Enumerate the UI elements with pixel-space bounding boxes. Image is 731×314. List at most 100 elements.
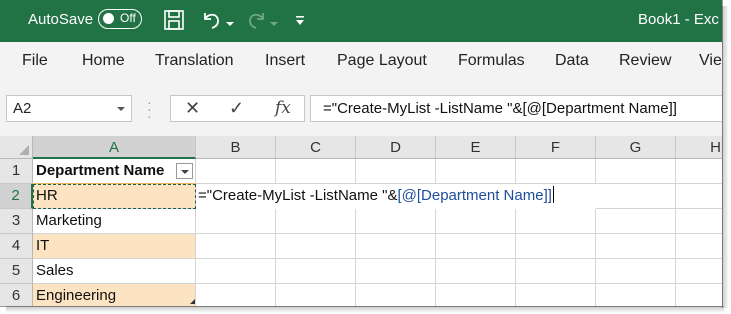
window-shadow-bottom (6, 306, 724, 313)
cell[interactable] (196, 234, 276, 259)
ribbon-tabs: File Home Translation Insert Page Layout… (0, 42, 722, 82)
column-header-f[interactable]: F (516, 136, 596, 159)
cell[interactable] (516, 259, 596, 284)
cell[interactable] (356, 209, 436, 234)
cell[interactable] (596, 284, 676, 306)
cell[interactable] (676, 209, 722, 234)
cell[interactable] (356, 159, 436, 184)
table-row[interactable]: Marketing (33, 209, 196, 234)
row-header-5[interactable]: 5 (0, 259, 33, 284)
cell[interactable] (516, 284, 596, 306)
cell[interactable] (196, 159, 276, 184)
tab-view[interactable]: Vie (699, 52, 722, 70)
filter-dropdown-icon[interactable] (176, 163, 193, 179)
row-header-2[interactable]: 2 (0, 184, 33, 209)
select-all-button[interactable] (0, 136, 33, 159)
table-row[interactable]: HR (33, 184, 196, 209)
insert-function-icon[interactable]: fx (275, 98, 291, 118)
in-cell-editor[interactable]: ="Create-MyList -ListName "&[@[Departmen… (196, 184, 598, 209)
cell[interactable] (356, 259, 436, 284)
tab-data[interactable]: Data (555, 52, 589, 70)
cell[interactable] (276, 159, 356, 184)
undo-icon[interactable] (200, 9, 224, 36)
cell[interactable] (436, 234, 516, 259)
tab-file[interactable]: File (22, 52, 48, 70)
cell[interactable] (276, 209, 356, 234)
save-icon[interactable] (163, 9, 185, 36)
column-header-g[interactable]: G (596, 136, 676, 159)
customize-qat-icon[interactable] (295, 14, 305, 32)
column-header-b[interactable]: B (196, 136, 276, 159)
column-header-e[interactable]: E (436, 136, 516, 159)
column-header-h[interactable]: H (676, 136, 722, 159)
row-header-4[interactable]: 4 (0, 234, 33, 259)
row-header-6[interactable]: 6 (0, 284, 33, 306)
table-header-cell[interactable]: Department Name (33, 159, 196, 184)
redo-icon[interactable] (244, 9, 268, 36)
cell[interactable] (196, 259, 276, 284)
text-caret (552, 186, 554, 203)
table-row[interactable]: Engineering (33, 284, 196, 306)
redo-dropdown-icon[interactable] (270, 14, 278, 32)
cell[interactable] (436, 259, 516, 284)
cell[interactable] (276, 284, 356, 306)
tab-translation[interactable]: Translation (155, 52, 234, 70)
cell[interactable] (516, 159, 596, 184)
editor-text: ="Create-MyList -ListName "& (198, 187, 398, 204)
cell[interactable] (356, 284, 436, 306)
cell[interactable] (596, 184, 676, 209)
formula-input[interactable]: ="Create-MyList -ListName "&[@[Departmen… (310, 95, 722, 122)
column-header-a[interactable]: A (33, 136, 196, 159)
cell[interactable] (436, 209, 516, 234)
cancel-icon[interactable]: ✕ (185, 98, 200, 119)
column-header-d[interactable]: D (356, 136, 436, 159)
name-box-dropdown-icon[interactable] (117, 107, 125, 111)
cell[interactable] (436, 159, 516, 184)
cell[interactable] (436, 284, 516, 306)
autosave-toggle[interactable]: Off (98, 9, 142, 29)
workbook-title: Book1 - Exc (638, 11, 719, 28)
tab-page-layout[interactable]: Page Layout (337, 52, 427, 70)
cell[interactable] (516, 234, 596, 259)
cell[interactable] (676, 284, 722, 306)
worksheet-grid: A B C D E F G H 1 2 3 4 5 6 Department N… (0, 136, 722, 306)
column-header-c[interactable]: C (276, 136, 356, 159)
toggle-knob (103, 13, 114, 24)
cell[interactable] (356, 234, 436, 259)
cell[interactable] (276, 259, 356, 284)
row-header-1[interactable]: 1 (0, 159, 33, 184)
enter-icon[interactable]: ✓ (229, 98, 244, 119)
excel-window: AutoSave Off Book1 - Exc File Home Trans… (0, 0, 723, 307)
cell[interactable] (276, 234, 356, 259)
window-shadow-right (722, 6, 729, 308)
formula-buttons: ✕ ✓ fx (170, 95, 305, 122)
cell[interactable] (596, 159, 676, 184)
cell[interactable] (516, 209, 596, 234)
tab-review[interactable]: Review (619, 52, 671, 70)
formula-text: ="Create-MyList -ListName "&[@[Departmen… (323, 100, 677, 117)
cell[interactable] (196, 209, 276, 234)
cell[interactable] (676, 259, 722, 284)
cell[interactable] (596, 234, 676, 259)
table-row[interactable]: IT (33, 234, 196, 259)
tab-formulas[interactable]: Formulas (458, 52, 525, 70)
cell[interactable] (196, 284, 276, 306)
cell[interactable] (676, 234, 722, 259)
name-box[interactable]: A2 (6, 95, 132, 122)
cell[interactable] (596, 259, 676, 284)
tab-insert[interactable]: Insert (265, 52, 305, 70)
tab-home[interactable]: Home (82, 52, 125, 70)
title-bar: AutoSave Off Book1 - Exc (0, 0, 722, 42)
cell[interactable] (676, 159, 722, 184)
formula-bar-grip-icon[interactable]: · · · (147, 95, 152, 123)
editor-reference: [@[Department Name]] (397, 187, 552, 204)
undo-dropdown-icon[interactable] (226, 14, 234, 32)
cell[interactable] (676, 184, 722, 209)
table-row[interactable]: Sales (33, 259, 196, 284)
table-resize-handle-icon[interactable] (190, 299, 195, 304)
row-header-3[interactable]: 3 (0, 209, 33, 234)
autosave-label: AutoSave (28, 11, 94, 28)
formula-bar: A2 · · · ✕ ✓ fx ="Create-MyList -ListName … (0, 82, 722, 136)
cell[interactable] (596, 209, 676, 234)
name-box-value: A2 (13, 100, 32, 117)
